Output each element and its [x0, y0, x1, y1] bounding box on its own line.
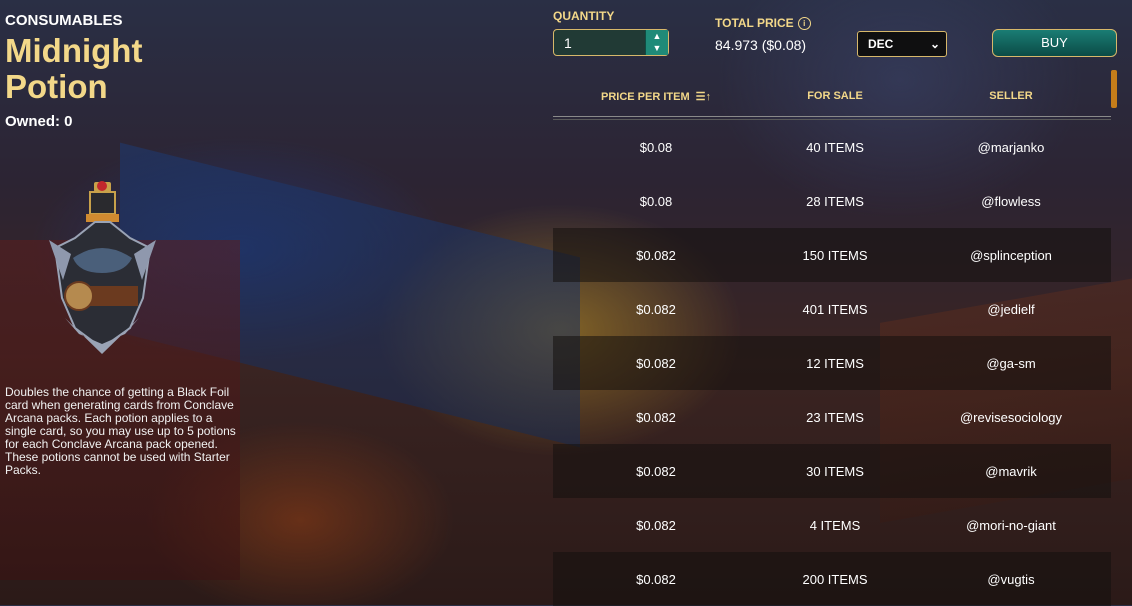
stepper-controls: ▲ ▼	[645, 30, 668, 55]
item-panel: CONSUMABLES Midnight Potion Owned: 0	[5, 12, 250, 130]
quantity-input[interactable]	[554, 30, 646, 55]
table-scrollbar[interactable]	[1111, 70, 1117, 108]
row-seller: @mavrik	[985, 463, 1037, 479]
buy-button[interactable]: BUY	[992, 29, 1117, 57]
header-for-sale[interactable]: FOR SALE	[759, 90, 911, 102]
item-title: Midnight Potion	[5, 33, 250, 105]
table-row[interactable]: $0.082 150 ITEMS @splinception	[553, 228, 1111, 282]
row-seller: @flowless	[981, 193, 1041, 209]
row-seller: @revisesociology	[959, 409, 1063, 425]
item-category: CONSUMABLES	[5, 12, 123, 29]
row-for-sale: 30 ITEMS	[806, 463, 864, 479]
total-price-value: 84.973 ($0.08)	[715, 37, 807, 53]
total-price-label: TOTAL PRICE i	[715, 16, 811, 31]
row-seller: @ga-sm	[986, 355, 1036, 371]
item-description: Doubles the chance of getting a Black Fo…	[5, 385, 236, 477]
table-row[interactable]: $0.082 23 ITEMS @revisesociology	[553, 390, 1111, 444]
currency-value: DEC	[868, 37, 894, 51]
table-row[interactable]: $0.08 28 ITEMS @flowless	[553, 174, 1111, 228]
quantity-stepper[interactable]: ▲ ▼	[553, 29, 669, 56]
table-row[interactable]: $0.082 30 ITEMS @mavrik	[553, 444, 1111, 498]
row-seller: @jedielf	[987, 301, 1035, 317]
info-icon[interactable]: i	[797, 17, 811, 31]
row-for-sale: 28 ITEMS	[806, 193, 864, 209]
listings-table: PRICE PER ITEM ☰↑ FOR SALE SELLER $0.08 4…	[553, 76, 1111, 606]
sort-icon[interactable]: ☰↑	[696, 91, 711, 103]
row-price: $0.082	[636, 517, 676, 533]
row-for-sale: 12 ITEMS	[806, 355, 864, 371]
row-price: $0.082	[636, 571, 676, 587]
item-title-line1: Midnight	[5, 32, 143, 69]
header-price-label: PRICE PER ITEM	[601, 90, 690, 103]
row-price: $0.082	[636, 301, 676, 317]
row-for-sale: 150 ITEMS	[802, 247, 868, 263]
row-price: $0.08	[639, 139, 673, 155]
potion-image	[49, 181, 156, 354]
row-price: $0.08	[639, 193, 673, 209]
total-price-label-text: TOTAL PRICE	[715, 16, 794, 30]
quantity-label: QUANTITY	[553, 9, 615, 23]
row-for-sale: 23 ITEMS	[806, 409, 864, 425]
item-title-line2: Potion	[5, 68, 108, 105]
row-price: $0.082	[636, 409, 676, 425]
row-seller: @marjanko	[977, 139, 1045, 155]
table-row[interactable]: $0.08 40 ITEMS @marjanko	[553, 120, 1111, 174]
row-for-sale: 4 ITEMS	[809, 517, 861, 533]
row-price: $0.082	[636, 247, 676, 263]
header-seller[interactable]: SELLER	[911, 90, 1111, 102]
header-price-per-item[interactable]: PRICE PER ITEM ☰↑	[553, 90, 759, 103]
currency-select[interactable]: DEC ⌄	[857, 31, 947, 57]
row-seller: @splinception	[970, 247, 1052, 263]
owned-count: Owned: 0	[5, 113, 73, 130]
row-for-sale: 200 ITEMS	[802, 571, 868, 587]
row-seller: @vugtis	[987, 571, 1035, 587]
table-row[interactable]: $0.082 12 ITEMS @ga-sm	[553, 336, 1111, 390]
table-row[interactable]: $0.082 200 ITEMS @vugtis	[553, 552, 1111, 606]
row-seller: @mori-no-giant	[966, 517, 1056, 533]
row-for-sale: 40 ITEMS	[806, 139, 864, 155]
decrement-icon[interactable]: ▼	[646, 42, 668, 54]
row-for-sale: 401 ITEMS	[802, 301, 868, 317]
table-row[interactable]: $0.082 401 ITEMS @jedielf	[553, 282, 1111, 336]
table-header: PRICE PER ITEM ☰↑ FOR SALE SELLER	[553, 76, 1111, 116]
table-row[interactable]: $0.082 4 ITEMS @mori-no-giant	[553, 498, 1111, 552]
row-price: $0.082	[636, 355, 676, 371]
chevron-down-icon: ⌄	[929, 37, 940, 51]
row-price: $0.082	[636, 463, 676, 479]
increment-icon[interactable]: ▲	[646, 30, 668, 42]
